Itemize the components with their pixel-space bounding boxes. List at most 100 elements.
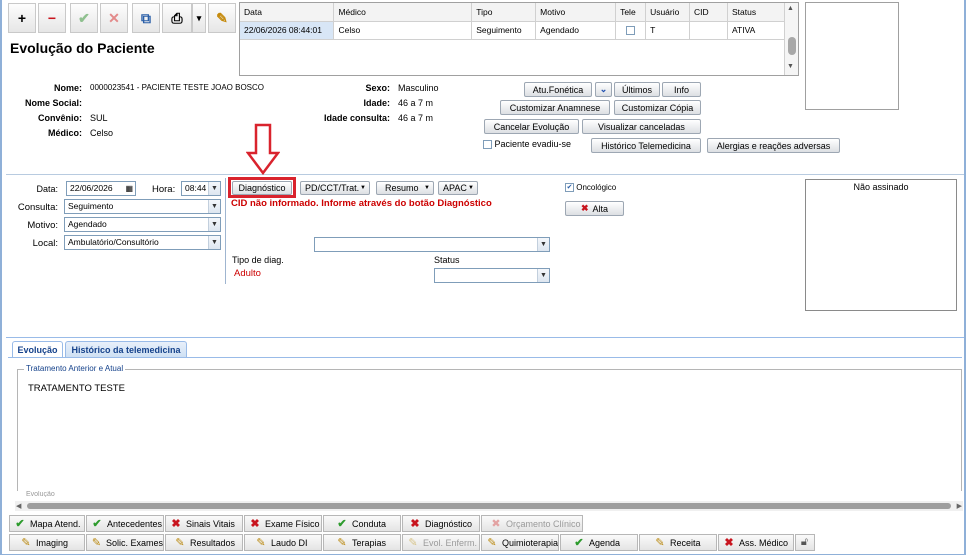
- check-icon: ✔: [92, 518, 102, 530]
- pd-cct-trat-button[interactable]: PD/CCT/Trat. ▼: [300, 181, 370, 195]
- horizontal-scrollbar[interactable]: ◀ ▶: [15, 501, 963, 511]
- customizar-copia-button[interactable]: Customizar Cópia: [614, 100, 701, 115]
- info-button[interactable]: Info: [662, 82, 701, 97]
- col-header-medico[interactable]: Médico: [333, 3, 473, 22]
- nao-assinado-label: Não assinado: [853, 182, 909, 192]
- scrollbar-thumb[interactable]: [788, 37, 796, 55]
- scroll-up-icon[interactable]: ▲: [787, 5, 794, 12]
- alta-button[interactable]: ✖ Alta: [565, 201, 624, 216]
- chevron-down-icon[interactable]: ▼: [208, 200, 220, 213]
- data-input[interactable]: 22/06/2026 ▦: [66, 181, 136, 196]
- visualizar-canceladas-button[interactable]: Visualizar canceladas: [582, 119, 701, 134]
- conduta-button[interactable]: ✔ Conduta: [323, 515, 401, 532]
- tele-checkbox[interactable]: [626, 26, 636, 36]
- data-label: Data:: [36, 184, 58, 194]
- print-button[interactable]: ⎙: [162, 3, 192, 33]
- remove-button[interactable]: −: [38, 3, 66, 33]
- resultados-button[interactable]: ✎ Resultados: [165, 534, 243, 551]
- cell-tele[interactable]: [615, 21, 647, 40]
- cell-usuario: T: [645, 21, 691, 40]
- x-icon: ✖: [580, 203, 589, 213]
- chevron-down-icon[interactable]: ▼: [537, 238, 549, 251]
- col-header-motivo[interactable]: Motivo: [535, 3, 617, 22]
- edit-button[interactable]: ✎: [208, 3, 236, 33]
- add-button[interactable]: +: [8, 3, 36, 33]
- col-header-cid[interactable]: CID: [689, 3, 728, 22]
- idade-label: Idade:: [363, 98, 390, 108]
- tratamento-fieldset: [17, 369, 962, 491]
- print-dropdown-button[interactable]: ▾: [192, 3, 206, 33]
- status-label: Status: [434, 255, 460, 265]
- red-arrow-down-icon: [246, 123, 280, 175]
- vertical-divider: [225, 178, 226, 284]
- ass-medico-button[interactable]: ✖ Ass. Médico: [718, 534, 794, 551]
- calendar-icon[interactable]: ▦: [125, 182, 133, 195]
- motivo-select[interactable]: Agendado ▼: [64, 217, 221, 232]
- oncologico-checkbox[interactable]: ✔: [565, 183, 574, 193]
- receita-button[interactable]: ✎ Receita: [639, 534, 717, 551]
- diagnostico-select[interactable]: ▼: [314, 237, 550, 252]
- check-icon: ✔: [337, 518, 347, 530]
- cancel-button[interactable]: ✕: [100, 3, 128, 33]
- terapias-button[interactable]: ✎ Terapias: [323, 534, 401, 551]
- scroll-down-icon[interactable]: ▼: [787, 63, 794, 70]
- alergias-button[interactable]: Alergias e reações adversas: [707, 138, 840, 153]
- horizontal-scrollbar-thumb[interactable]: [27, 503, 951, 509]
- laudo-di-button[interactable]: ✎ Laudo DI: [244, 534, 322, 551]
- diagnostico-bottom-button[interactable]: ✖ Diagnóstico: [402, 515, 480, 532]
- chevron-down-icon[interactable]: ⌄: [595, 82, 612, 97]
- table-row[interactable]: 22/06/2026 08:44:01 Celso Seguimento Age…: [240, 21, 786, 40]
- resultados-label: Resultados: [190, 537, 236, 548]
- tab-historico-telemedicina[interactable]: Histórico da telemedicina: [65, 341, 187, 358]
- evol-enferm-button[interactable]: ✎ Evol. Enferm.: [402, 534, 480, 551]
- mapa-atend-button[interactable]: ✔ Mapa Atend.: [9, 515, 85, 532]
- chevron-down-icon: ▼: [360, 185, 366, 191]
- chevron-down-icon[interactable]: ▼: [537, 269, 549, 282]
- hora-select[interactable]: 08:44 ▼: [181, 181, 221, 196]
- x-icon: ✖: [491, 518, 501, 530]
- col-header-data[interactable]: Data: [240, 3, 335, 22]
- solic-exames-button[interactable]: ✎ Solic. Exames: [86, 534, 164, 551]
- col-header-tipo[interactable]: Tipo: [471, 3, 537, 22]
- exame-fisico-button[interactable]: ✖ Exame Físico: [244, 515, 322, 532]
- atu-fonetica-button[interactable]: Atu.Fonética: [524, 82, 592, 97]
- copy-button[interactable]: ⧉: [132, 3, 160, 33]
- col-header-status[interactable]: Status: [727, 3, 786, 22]
- orcamento-clinico-button[interactable]: ✖ Orçamento Clínico: [481, 515, 583, 532]
- motivo-label: Motivo:: [27, 220, 58, 231]
- cancelar-evolucao-button[interactable]: Cancelar Evolução: [484, 119, 579, 134]
- evolucao-text[interactable]: TRATAMENTO TESTE: [28, 383, 125, 394]
- evadiu-checkbox-row[interactable]: Paciente evadiu-se: [483, 139, 571, 150]
- diagnostico-button[interactable]: Diagnóstico: [232, 181, 292, 195]
- apac-button[interactable]: APAC ▼: [438, 181, 478, 195]
- tratamento-legend: Tratamento Anterior e Atual: [24, 364, 126, 373]
- confirm-button[interactable]: ✔: [70, 3, 98, 33]
- local-select[interactable]: Ambulatório/Consultório ▼: [64, 235, 221, 250]
- lock-button[interactable]: 🔓︎: [795, 534, 815, 551]
- chevron-down-icon[interactable]: ▼: [208, 218, 220, 231]
- quimioterapia-button[interactable]: ✎ Quimioterapia: [481, 534, 559, 551]
- sinais-vitais-button[interactable]: ✖ Sinais Vitais: [165, 515, 243, 532]
- tab-evolucao[interactable]: Evolução: [12, 341, 63, 358]
- grid-scrollbar[interactable]: ▲ ▼: [784, 3, 798, 75]
- evadiu-checkbox[interactable]: [483, 140, 492, 150]
- scroll-left-icon[interactable]: ◀: [16, 502, 21, 510]
- customizar-anamnese-button[interactable]: Customizar Anamnese: [500, 100, 610, 115]
- chevron-down-icon[interactable]: ▼: [208, 236, 220, 249]
- x-icon: ✖: [171, 518, 181, 530]
- imaging-button[interactable]: ✎ Imaging: [9, 534, 85, 551]
- consulta-select[interactable]: Seguimento ▼: [64, 199, 221, 214]
- status-select[interactable]: ▼: [434, 268, 550, 283]
- scroll-right-icon[interactable]: ▶: [957, 502, 962, 510]
- plus-icon: +: [17, 10, 27, 26]
- antecedentes-button[interactable]: ✔ Antecedentes: [86, 515, 164, 532]
- resumo-button[interactable]: Resumo ▼: [376, 181, 434, 195]
- chevron-down-icon[interactable]: ▼: [208, 182, 220, 195]
- col-header-usuario[interactable]: Usuário: [645, 3, 691, 22]
- agenda-button[interactable]: ✔ Agenda: [560, 534, 638, 551]
- ultimos-button[interactable]: Últimos: [614, 82, 660, 97]
- col-header-tele[interactable]: Tele: [615, 3, 647, 22]
- oncologico-row[interactable]: ✔ Oncológico: [565, 183, 616, 193]
- historico-telemedicina-button[interactable]: Histórico Telemedicina: [591, 138, 701, 153]
- diagnostico-bottom-label: Diagnóstico: [425, 518, 473, 529]
